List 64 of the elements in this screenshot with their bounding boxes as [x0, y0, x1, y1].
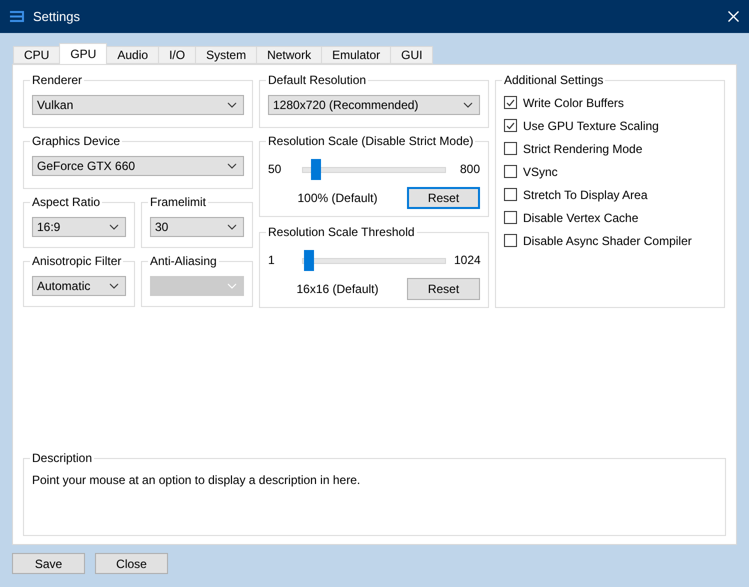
dropdown-chevron-icon: [227, 163, 237, 169]
group-title: Graphics Device: [31, 134, 122, 148]
checkbox[interactable]: [504, 119, 517, 132]
tab[interactable]: GUI: [390, 46, 434, 64]
tab[interactable]: System: [195, 46, 258, 64]
tab[interactable]: I/O: [158, 46, 196, 64]
checkbox-label[interactable]: Stretch To Display Area: [523, 188, 648, 202]
slider-track[interactable]: [302, 158, 446, 180]
group-title: Additional Settings: [503, 73, 604, 87]
tab[interactable]: CPU: [13, 46, 60, 64]
slider-thumb[interactable]: [304, 250, 314, 270]
slider-thumb[interactable]: [310, 158, 321, 180]
reset-button[interactable]: Reset: [407, 187, 480, 209]
checkbox[interactable]: [504, 234, 517, 247]
group-title: Description: [31, 451, 94, 465]
checkbox-label[interactable]: Strict Rendering Mode: [523, 142, 642, 156]
slider-value: 16x16 (Default): [295, 282, 380, 296]
description-text: Point your mouse at an option to display a description in here.: [32, 473, 362, 487]
dropdown[interactable]: 1280x720 (Recommended): [268, 95, 480, 115]
dropdown[interactable]: GeForce GTX 660: [32, 156, 244, 176]
group-title: Renderer: [31, 73, 84, 87]
dropdown[interactable]: 30: [150, 217, 244, 237]
checkbox-label[interactable]: Disable Vertex Cache: [523, 210, 638, 224]
slider-max-label: 800: [458, 162, 480, 176]
dropdown[interactable]: 16:9: [32, 217, 126, 237]
group-title: Resolution Scale Threshold: [267, 225, 416, 239]
dropdown[interactable]: Automatic: [32, 276, 126, 296]
tab[interactable]: GPU: [59, 43, 108, 64]
checkbox-label[interactable]: Use GPU Texture Scaling: [523, 118, 659, 132]
save-button[interactable]: Save: [12, 553, 85, 574]
close-button[interactable]: Close: [95, 553, 168, 574]
dropdown-chevron-icon: [227, 102, 237, 108]
window-title: Settings: [33, 9, 81, 24]
slider-value: 100% (Default): [296, 191, 379, 205]
slider-min-label: 50: [268, 162, 282, 176]
slider-track[interactable]: [302, 250, 446, 270]
tab[interactable]: Emulator: [321, 46, 392, 64]
app-logo-icon: [10, 11, 25, 22]
checkbox-label[interactable]: Disable Async Shader Compiler: [523, 234, 692, 248]
group-title: Aspect Ratio: [31, 195, 102, 209]
checkbox-label[interactable]: Write Color Buffers: [523, 96, 624, 110]
checkbox-label[interactable]: VSync: [523, 164, 558, 178]
checkbox[interactable]: [504, 211, 517, 224]
group-title: Resolution Scale (Disable Strict Mode): [267, 134, 474, 148]
tab[interactable]: Audio: [106, 46, 160, 64]
dropdown-chevron-icon: [109, 224, 119, 230]
dropdown-chevron-icon: [227, 224, 237, 230]
reset-button[interactable]: Reset: [407, 278, 480, 300]
checkbox[interactable]: [504, 188, 517, 201]
checkbox[interactable]: [504, 165, 517, 178]
tab[interactable]: Network: [256, 46, 322, 64]
slider-max-label: 1024: [454, 253, 480, 267]
group-title: Anisotropic Filter: [31, 254, 122, 268]
dropdown-chevron-icon: [109, 283, 119, 289]
dropdown-chevron-icon: [463, 102, 473, 108]
checkbox[interactable]: [504, 142, 517, 155]
close-icon[interactable]: [728, 11, 739, 22]
dropdown[interactable]: Vulkan: [32, 95, 244, 115]
checkbox[interactable]: [504, 96, 517, 109]
dropdown-chevron-icon: [227, 283, 237, 289]
slider-min-label: 1: [268, 253, 276, 267]
group-title: Anti-Aliasing: [149, 254, 218, 268]
group-title: Framelimit: [149, 195, 207, 209]
group-title: Default Resolution: [267, 73, 368, 87]
